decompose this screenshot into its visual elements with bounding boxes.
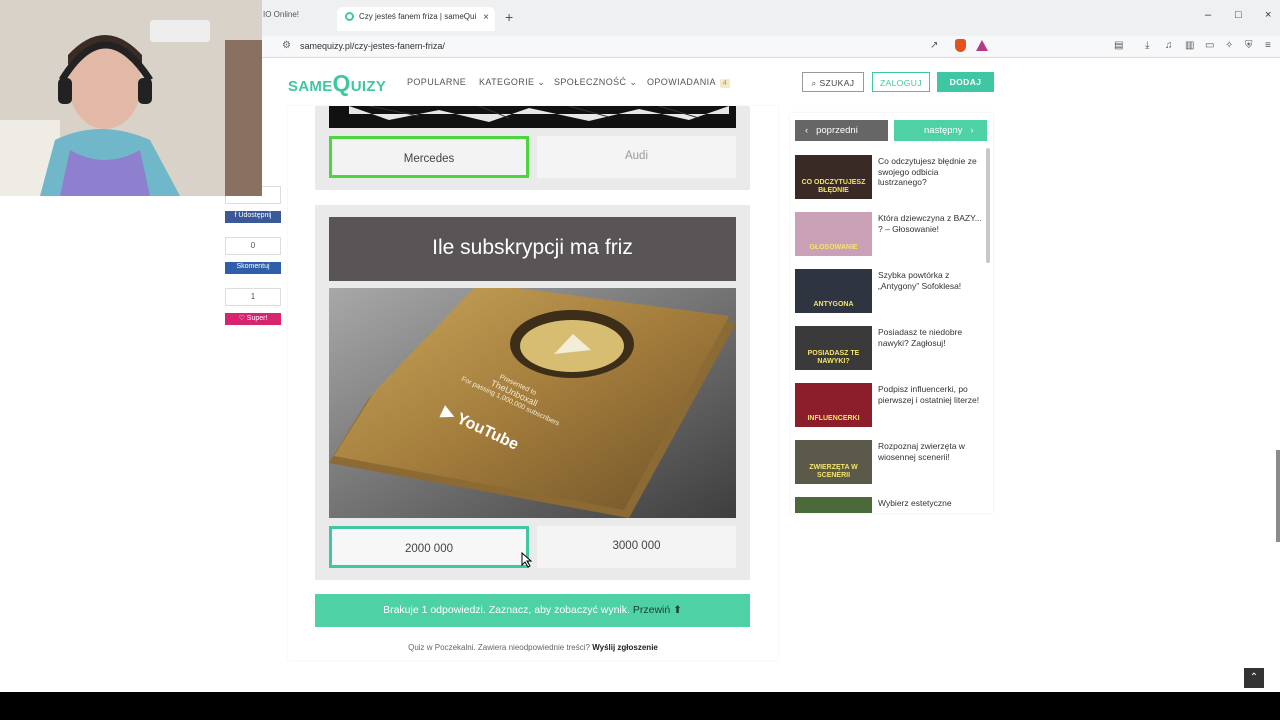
brave-rewards-icon[interactable] <box>976 40 988 51</box>
menu-icon[interactable]: ≡ <box>1265 40 1271 51</box>
report-line: Quiz w Poczekalni. Zawiera nieodpowiedni… <box>288 643 778 652</box>
super-label: Super! <box>246 315 268 322</box>
brave-shields-icon[interactable] <box>955 39 966 52</box>
related-quizzes-sidebar: ‹ poprzedni następny › CO ODCZYTUJESZ BŁ… <box>790 113 993 513</box>
nav-kategorie[interactable]: KATEGORIE ⌄ <box>479 77 545 88</box>
next-quiz-button[interactable]: następny › <box>894 120 987 141</box>
super-button[interactable]: ♡ Super! <box>225 313 281 325</box>
nav-spolecznosc[interactable]: SPOŁECZNOŚĆ ⌄ <box>554 77 637 88</box>
thumbnail-text: INFLUENCERKI <box>807 415 860 422</box>
related-quiz-title[interactable]: Co odczytujesz błędnie ze swojego odbici… <box>878 156 983 188</box>
next-quiz-label: następny <box>924 125 963 136</box>
heart-icon: ♡ <box>238 315 247 322</box>
maximize-button[interactable]: □ <box>1235 9 1242 21</box>
minimize-button[interactable]: – <box>1205 9 1211 21</box>
leo-icon[interactable]: ✧ <box>1225 40 1233 51</box>
related-quiz-thumbnail[interactable]: INFLUENCERKI <box>795 383 872 427</box>
media-icon[interactable]: ♫ <box>1165 40 1173 51</box>
previous-quiz-button[interactable]: ‹ poprzedni <box>795 120 888 141</box>
tab-close-icon[interactable]: × <box>483 12 489 23</box>
related-quiz-item[interactable]: CO ODCZYTUJESZ BŁĘDNIE Co odczytujesz błę… <box>795 155 983 199</box>
result-bar[interactable]: Brakuje 1 odpowiedzi. Zaznacz, aby zobac… <box>315 594 750 627</box>
samequizy-logo[interactable]: SAMEQUIZY <box>288 70 386 97</box>
comment-button[interactable]: Skomentuj <box>225 262 281 274</box>
reader-mode-icon[interactable]: ▤ <box>1114 40 1123 51</box>
comment-count: 0 <box>225 237 281 255</box>
close-window-button[interactable]: × <box>1265 9 1271 21</box>
related-quiz-item[interactable]: Wybierz estetyczne <box>795 497 983 513</box>
webcam-overlay <box>0 0 262 196</box>
answer-audi[interactable]: Audi <box>537 136 736 178</box>
nav-opowiadania[interactable]: OPOWIADANIA 4 <box>647 77 731 88</box>
related-quiz-item[interactable]: ZWIERZĘTA W SCENERII Rozpoznaj zwierzęta … <box>795 440 983 484</box>
related-quiz-item[interactable]: INFLUENCERKI Podpisz influencerki, po pie… <box>795 383 983 427</box>
login-button[interactable]: ZALOGUJ <box>872 72 930 92</box>
add-button[interactable]: DODAJ <box>937 72 994 92</box>
scroll-up-link[interactable]: Przewiń ⬆ <box>633 604 682 616</box>
share-icon[interactable]: ↗ <box>930 40 938 51</box>
question-title: Ile subskrypcji ma friz <box>329 217 736 281</box>
facebook-share-button[interactable]: f Udostępnij <box>225 211 281 223</box>
related-quiz-title[interactable]: Wybierz estetyczne <box>878 498 983 509</box>
thumbnail-text: GŁOSOWANIE <box>809 244 858 251</box>
related-quiz-thumbnail[interactable]: CO ODCZYTUJESZ BŁĘDNIE <box>795 155 872 199</box>
search-button-label: SZUKAJ <box>819 78 855 88</box>
facebook-share-label: Udostępnij <box>238 212 272 219</box>
answer-mercedes[interactable]: Mercedes <box>329 136 529 178</box>
site-favicon-icon <box>345 12 354 21</box>
thumbnail-text: ANTYGONA <box>813 301 854 308</box>
logo-part-same: SAME <box>288 78 333 95</box>
related-quiz-item[interactable]: ANTYGONA Szybka powtórka z „Antygony” Sof… <box>795 269 983 313</box>
scroll-to-top-button[interactable]: ⌃ <box>1244 668 1264 688</box>
related-quiz-title[interactable]: Która dziewczyna z BAZY... ? – Głosowani… <box>878 213 983 234</box>
previous-question-image-art <box>349 105 729 122</box>
related-quiz-item[interactable]: POSIADASZ TE NAWYKI? Posiadasz te niedobr… <box>795 326 983 370</box>
screen-bottom-bar <box>0 692 1280 720</box>
thumbnail-text: POSIADASZ TE NAWYKI? <box>807 350 860 365</box>
browser-tab-active[interactable]: Czy jesteś fanem friza | sameQui × <box>337 7 495 31</box>
related-quiz-thumbnail[interactable]: ZWIERZĘTA W SCENERII <box>795 440 872 484</box>
logo-part-q: Q <box>332 70 351 96</box>
related-quiz-item[interactable]: GŁOSOWANIE Która dziewczyna z BAZY... ? –… <box>795 212 983 256</box>
related-quiz-thumbnail[interactable]: ANTYGONA <box>795 269 872 313</box>
tab-title: Czy jesteś fanem friza | sameQui <box>359 12 477 21</box>
previous-quiz-label: poprzedni <box>816 125 858 136</box>
site-settings-icon[interactable]: ⚙ <box>282 40 291 51</box>
related-quiz-thumbnail[interactable]: GŁOSOWANIE <box>795 212 872 256</box>
related-quiz-thumbnail[interactable]: POSIADASZ TE NAWYKI? <box>795 326 872 370</box>
previous-question-image <box>329 105 736 128</box>
nav-opowiadania-badge: 4 <box>719 79 731 88</box>
sidebar-scrollbar[interactable] <box>986 148 990 263</box>
logo-part-uizy: UIZY <box>350 78 387 95</box>
nav-opowiadania-label: OPOWIADANIA <box>647 77 716 87</box>
site-header: SAMEQUIZY POPULARNE KATEGORIE ⌄ SPOŁECZN… <box>262 58 1280 106</box>
mouse-cursor-icon <box>521 551 533 568</box>
answer-2000000[interactable]: 2000 000 <box>329 526 529 568</box>
report-link[interactable]: Wyślij zgłoszenie <box>592 643 658 652</box>
related-quiz-title[interactable]: Szybka powtórka z „Antygony” Sofoklesa! <box>878 270 983 291</box>
related-quiz-thumbnail[interactable] <box>795 497 872 513</box>
new-tab-button[interactable]: + <box>505 9 513 25</box>
result-bar-text: Brakuje 1 odpowiedzi. Zaznacz, aby zobac… <box>383 604 630 616</box>
related-quiz-title[interactable]: Rozpoznaj zwierzęta w wiosennej scenerii… <box>878 441 983 462</box>
thumbnail-text: CO ODCZYTUJESZ BŁĘDNIE <box>801 179 866 194</box>
related-quiz-title[interactable]: Posiadasz te niedobre nawyki? Zagłosuj! <box>878 327 983 348</box>
sidebar-icon[interactable]: ▥ <box>1185 40 1194 51</box>
thumbnail-text: ZWIERZĘTA W SCENERII <box>809 464 858 479</box>
wallet-icon[interactable]: ▭ <box>1205 40 1214 51</box>
webcam-person-image <box>0 0 262 196</box>
page-scrollbar[interactable] <box>1276 450 1280 542</box>
question-image: Presented to TheUnboxall For passing 1,0… <box>329 288 736 518</box>
url-field[interactable]: samequizy.pl/czy-jestes-fanem-friza/ <box>300 41 445 51</box>
answer-3000000[interactable]: 3000 000 <box>537 526 736 568</box>
screen: IO Online! Czy jesteś fanem friza | same… <box>0 0 1280 720</box>
super-count: 1 <box>225 288 281 306</box>
search-button[interactable]: ⌕ SZUKAJ <box>802 72 864 92</box>
related-quiz-title[interactable]: Podpisz influencerki, po pierwszej i ost… <box>878 384 983 405</box>
browser-tab-previous[interactable]: IO Online! <box>263 10 299 19</box>
download-icon[interactable]: ⤓ <box>1145 40 1149 51</box>
report-text: Quiz w Poczekalni. Zawiera nieodpowiedni… <box>408 643 590 652</box>
nav-popularne[interactable]: POPULARNE <box>407 77 466 87</box>
vpn-icon[interactable]: ⛨ <box>1245 40 1253 51</box>
